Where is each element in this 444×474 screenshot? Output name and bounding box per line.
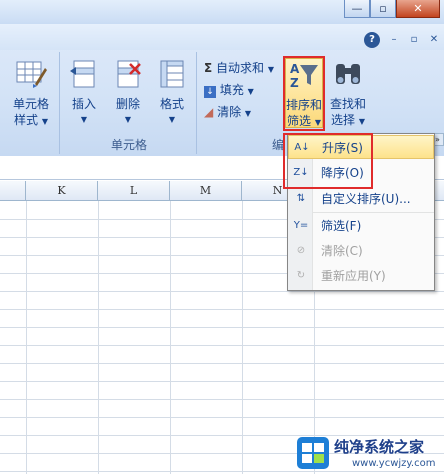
find-select-label-2: 选择 ▼ [331,113,365,127]
column-header-k[interactable]: K [26,181,98,201]
column-header-prev[interactable] [0,181,26,201]
autosum-label: 自动求和 [216,61,265,75]
menu-item-clear-filter[interactable]: ⊘ 清除(C) [288,239,434,263]
minimize-button[interactable]: — [344,0,370,18]
format-dropdown-arrow: ▼ [168,115,176,124]
cell-styles-icon [16,61,47,88]
menu-item-label: 自定义排序(U)... [321,192,411,206]
row-gridline [0,399,444,400]
cells-group-label: 单元格 [110,138,147,152]
cell-styles-label-1: 单元格 [12,97,49,111]
row-gridline [0,417,444,418]
row-gridline [0,291,444,292]
workbook-close-button[interactable]: ✕ [426,32,442,48]
clear-filter-icon: ⊘ [296,245,306,256]
clear-label: 清除 [217,105,242,119]
row-gridline [0,309,444,310]
custom-sort-icon: ⇅ [296,193,306,204]
row-gridline [0,345,444,346]
column-gridline [26,201,27,474]
menu-item-label: 清除(C) [321,244,363,258]
column-gridline [242,201,243,474]
insert-dropdown-arrow: ▼ [80,115,88,124]
highlight-box-sort-button [283,56,325,131]
clear-button[interactable]: ◢ 清除 ▼ [204,102,251,122]
reapply-icon: ↻ [296,270,306,281]
menu-separator [312,212,434,213]
autosum-button[interactable]: Σ 自动求和 ▼ [204,58,274,78]
sigma-icon: Σ [204,61,213,75]
fill-down-icon: ↓ [204,86,216,98]
workbook-restore-button[interactable]: ▫ [406,32,422,48]
format-cells-icon [160,60,184,88]
help-icon[interactable]: ? [364,32,380,48]
delete-dropdown-arrow: ▼ [124,115,132,124]
filter-icon: Y= [293,220,309,231]
column-gridline [98,201,99,474]
binoculars-icon [336,64,360,84]
cell-styles-button[interactable]: 单元格 样式 ▼ [6,58,56,130]
fill-button[interactable]: ↓ 填充 ▼ [204,80,254,100]
insert-cells-icon [70,60,95,88]
format-button[interactable]: 格式 ▼ [152,58,192,128]
menu-item-custom-sort[interactable]: ⇅ 自定义排序(U)... [288,187,434,211]
watermark-url: www.ycwjzy.com [352,458,436,469]
menu-item-filter[interactable]: Y= 筛选(F) [288,214,434,238]
format-label: 格式 [159,97,184,111]
menu-item-label: 筛选(F) [321,219,362,233]
insert-button[interactable]: 插入 ▼ [64,58,104,128]
fill-label: 填充 [219,83,244,97]
highlight-box-sort-options [283,133,373,189]
column-gridline [170,201,171,474]
delete-cells-icon [117,60,141,88]
column-header-l[interactable]: L [98,181,170,201]
row-gridline [0,363,444,364]
watermark: 纯净系统之家 www.ycwjzy.com [296,432,444,474]
delete-label: 删除 [115,97,140,111]
close-button[interactable]: ✕ [396,0,440,18]
find-select-label-1: 查找和 [329,97,366,111]
menu-item-label: 重新应用(Y) [321,269,386,283]
menu-item-reapply[interactable]: ↻ 重新应用(Y) [288,264,434,288]
eraser-icon: ◢ [204,105,214,119]
watermark-title: 纯净系统之家 [334,438,425,456]
workbook-minimize-button[interactable]: – [386,32,402,48]
delete-button[interactable]: 删除 ▼ [108,58,148,128]
find-select-button[interactable]: 查找和 选择 ▼ [328,58,368,130]
column-header-m[interactable]: M [170,181,242,201]
restore-button[interactable]: ▫ [370,0,396,18]
cell-styles-label-2: 样式 ▼ [14,113,48,127]
row-gridline [0,381,444,382]
insert-label: 插入 [71,97,96,111]
row-gridline [0,327,444,328]
watermark-logo [297,437,329,469]
